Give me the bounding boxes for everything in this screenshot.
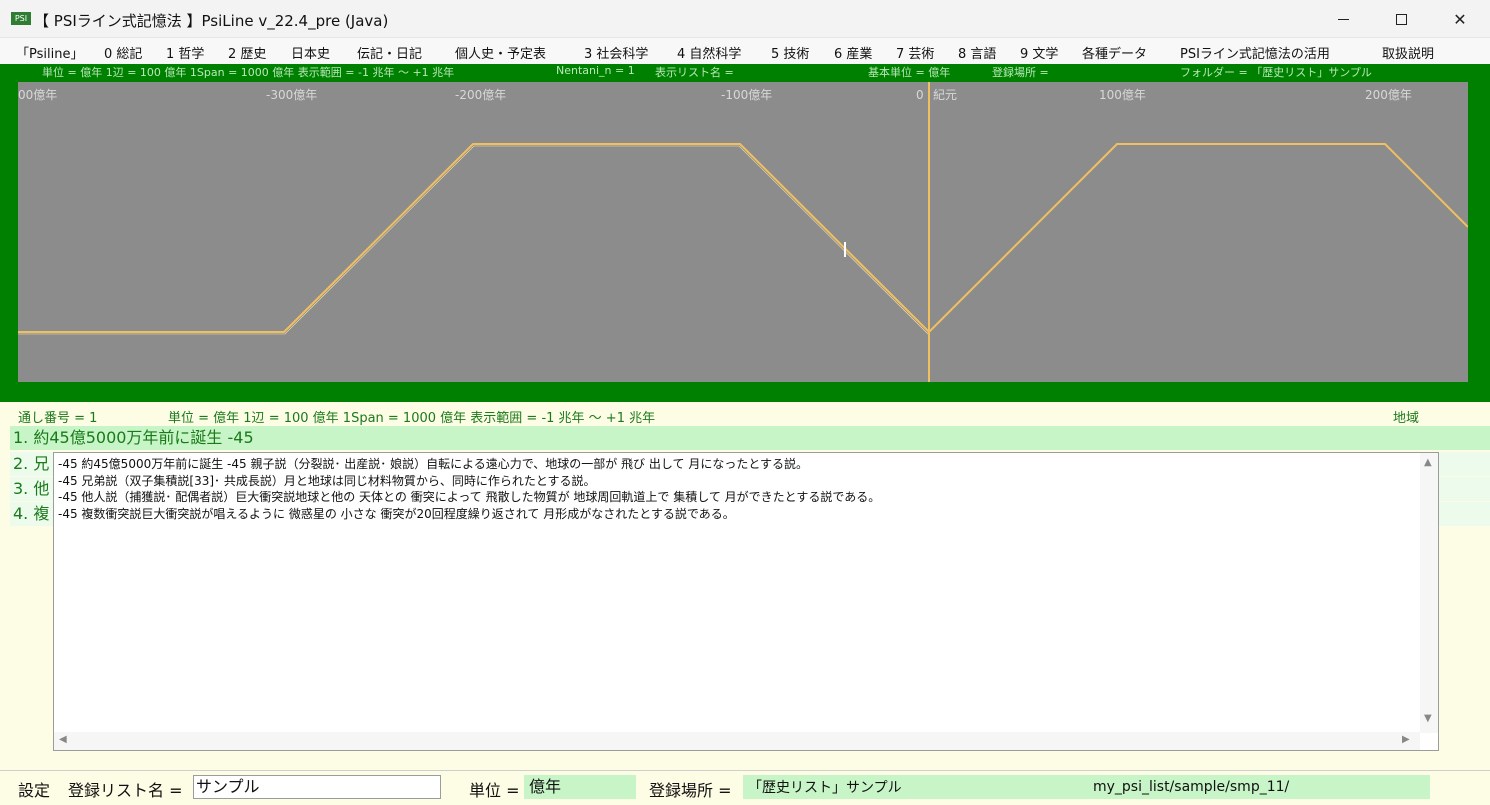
scroll-up-icon[interactable]: ▲ (1424, 457, 1432, 468)
detail-line: -45 複数衝突説巨大衝突説が唱えるように 微惑星の 小さな 衝突が20回程度繰… (58, 506, 735, 521)
info-unit: 単位 = 億年 1辺 = 100 億年 1Span = 1000 億年 表示範囲… (168, 411, 656, 426)
scroll-right-icon[interactable]: ▶ (1402, 734, 1410, 745)
chart-list-name: 表示リスト名 = (655, 66, 734, 79)
location-field: 「歴史リスト」サンプル my_psi_list/sample/smp_11/ (743, 775, 1430, 799)
timeline-chart-frame: 単位 = 億年 1辺 = 100 億年 1Span = 1000 億年 表示範囲… (0, 64, 1490, 402)
minimize-icon (1337, 18, 1349, 20)
title-bar: PSI 【 PSIライン式記憶法 】PsiLine v_22.4_pre (Ja… (0, 0, 1490, 38)
chart-right-margin (1468, 82, 1490, 382)
menu-biography[interactable]: 伝記・日記 (357, 43, 422, 62)
timeline-chart[interactable]: 00億年 -300億年 -200億年 -100億年 0 紀元 100億年 200… (18, 82, 1468, 382)
tick-label: -300億年 (266, 88, 317, 102)
menu-manual[interactable]: 取扱説明 (1382, 43, 1434, 62)
settings-button[interactable]: 設定 (18, 777, 50, 801)
menu-language[interactable]: 8 言語 (958, 43, 996, 62)
menu-natural-science[interactable]: 4 自然科学 (677, 43, 741, 62)
menu-psiline[interactable]: 「Psiline」 (16, 43, 83, 62)
menu-japanese-history[interactable]: 日本史 (291, 43, 330, 62)
list-name-label: 登録リスト名 = (68, 781, 183, 800)
serial-number: 通し番号 = 1 (18, 411, 98, 426)
tick-label: 0 (916, 88, 924, 102)
window-title: 【 PSIライン式記憶法 】PsiLine v_22.4_pre (Java) (34, 12, 389, 30)
app-icon: PSI (11, 12, 31, 25)
info-bar: 通し番号 = 1 単位 = 億年 1辺 = 100 億年 1Span = 100… (0, 402, 1490, 426)
detail-line: -45 他人説（捕獲説･ 配偶者説）巨大衝突説地球と他の 天体との 衝突によって… (58, 490, 881, 504)
psi-line-series (18, 143, 1468, 334)
menu-bar: 「Psiline」 0 総記 1 哲学 2 歴史 日本史 伝記・日記 個人史・予… (0, 38, 1490, 64)
unit-label: 単位 = (469, 781, 520, 800)
location-label: 登録場所 = (649, 781, 732, 800)
menu-data[interactable]: 各種データ (1082, 43, 1147, 62)
vertical-scrollbar[interactable]: ▲ ▼ (1420, 453, 1438, 733)
horizontal-scrollbar[interactable]: ◀ ▶ (54, 732, 1420, 750)
menu-general[interactable]: 0 総記 (104, 43, 142, 62)
menu-application[interactable]: PSIライン式記憶法の活用 (1180, 43, 1330, 62)
detail-line: -45 約45億5000万年前に誕生 -45 親子説（分裂説･ 出産説･ 娘説）… (58, 457, 808, 471)
menu-literature[interactable]: 9 文学 (1020, 43, 1058, 62)
location-value: 「歴史リスト」サンプル (748, 780, 902, 796)
minimize-button[interactable] (1320, 0, 1366, 38)
scroll-down-icon[interactable]: ▼ (1424, 713, 1432, 724)
menu-industry[interactable]: 6 産業 (834, 43, 872, 62)
detail-line: -45 兄弟説（双子集積説[33]･ 共成長説）月と地球は同じ材料物質から、同時… (58, 473, 596, 488)
tick-label: 00億年 (18, 88, 57, 102)
close-icon: ✕ (1453, 9, 1467, 29)
detail-text-panel[interactable]: -45 約45億5000万年前に誕生 -45 親子説（分裂説･ 出産説･ 娘説）… (53, 452, 1439, 751)
chart-unit-info: 単位 = 億年 1辺 = 100 億年 1Span = 1000 億年 表示範囲… (42, 66, 455, 79)
menu-technology[interactable]: 5 技術 (771, 43, 809, 62)
region-label: 地域 (1393, 411, 1420, 426)
menu-philosophy[interactable]: 1 哲学 (166, 43, 204, 62)
tick-label: -100億年 (721, 88, 772, 102)
list-name-input[interactable]: サンプル (193, 775, 441, 799)
unit-field: 億年 (524, 775, 636, 799)
menu-art[interactable]: 7 芸術 (896, 43, 934, 62)
tick-label: 100億年 (1099, 88, 1146, 102)
tick-label: -200億年 (455, 88, 506, 102)
maximize-button[interactable] (1378, 0, 1424, 38)
tick-label: 200億年 (1365, 88, 1412, 102)
chart-base-unit: 基本単位 = 億年 (868, 66, 951, 79)
menu-social-science[interactable]: 3 社会科学 (584, 43, 648, 62)
chart-nentani: Nentani_n = 1 (556, 64, 635, 77)
bottom-settings-bar: 設定 登録リスト名 = サンプル 単位 = 億年 登録場所 = 「歴史リスト」サ… (0, 770, 1490, 805)
close-button[interactable]: ✕ (1437, 0, 1483, 38)
location-path: my_psi_list/sample/smp_11/ (1093, 779, 1290, 795)
scroll-left-icon[interactable]: ◀ (59, 734, 67, 745)
tick-label: 紀元 (933, 88, 957, 102)
menu-history[interactable]: 2 歴史 (228, 43, 266, 62)
list-item-selected[interactable]: 1. 約45億5000万年前に誕生 -45 (10, 426, 1490, 450)
chart-folder: フォルダー = 「歴史リスト」サンプル (1180, 66, 1372, 79)
menu-personal-history[interactable]: 個人史・予定表 (455, 43, 546, 62)
timeline-svg: 00億年 -300億年 -200億年 -100億年 0 紀元 100億年 200… (18, 82, 1468, 382)
detail-lines: -45 約45億5000万年前に誕生 -45 親子説（分裂説･ 出産説･ 娘説）… (58, 456, 880, 522)
maximize-icon (1395, 13, 1407, 25)
psi-line-highlight (18, 145, 929, 335)
chart-location: 登録場所 = (992, 66, 1049, 79)
